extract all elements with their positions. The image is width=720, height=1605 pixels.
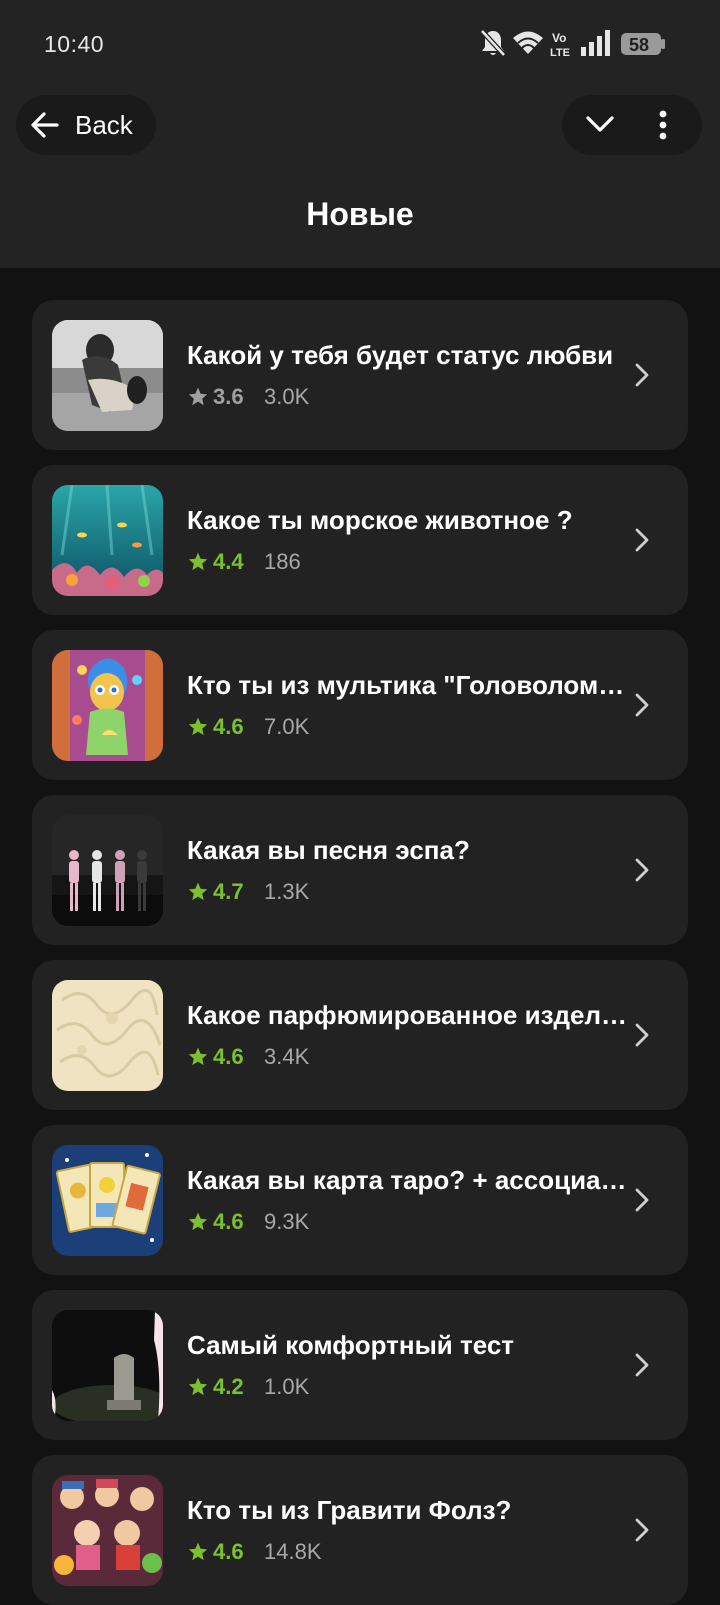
chevron-right-icon [635, 858, 649, 882]
wifi-icon [513, 31, 543, 54]
chevron-right-icon [635, 1188, 649, 1212]
item-title: Какая вы карта таро? + ассоциации [187, 1165, 627, 1195]
chevron-right-icon [635, 1023, 649, 1047]
more-vertical-icon[interactable] [650, 109, 676, 141]
item-title: Самый комфортный тест [187, 1330, 515, 1360]
item-rating: 4.6 [213, 1209, 244, 1234]
battery-level: 58 [629, 35, 650, 55]
item-count: 3.0K [264, 384, 310, 409]
list-item[interactable]: Какое парфюмированное изделие 4.6 3.4K [32, 960, 688, 1110]
chevron-right-icon [635, 528, 649, 552]
status-icons: Vo LTE 58 [480, 28, 680, 64]
thumbnail-couple-beach [52, 320, 163, 431]
star-icon [188, 552, 208, 571]
svg-text:Vo: Vo [552, 31, 566, 45]
item-title: Какое ты морское животное ? [187, 505, 573, 535]
item-rating: 4.6 [213, 714, 244, 739]
svg-text:LTE: LTE [550, 47, 570, 59]
item-title: Какое парфюмированное изделие [187, 1000, 627, 1030]
bell-muted-icon [480, 29, 506, 57]
chevron-right-icon [635, 1353, 649, 1377]
thumbnail-underwater-reef [52, 485, 163, 596]
item-title: Какая вы песня эспа? [187, 835, 470, 865]
item-rating: 4.7 [213, 879, 244, 904]
arrow-left-icon [31, 112, 59, 138]
star-icon [188, 1542, 208, 1561]
volte-icon: Vo LTE [550, 31, 570, 59]
item-count: 9.3K [264, 1209, 310, 1234]
list-item[interactable]: Самый комфортный тест 4.2 1.0K [32, 1290, 688, 1440]
star-icon [188, 717, 208, 736]
item-count: 1.3K [264, 879, 310, 904]
item-count: 186 [264, 549, 301, 574]
star-icon [188, 882, 208, 901]
item-rating: 3.6 [213, 384, 244, 409]
item-rating: 4.6 [213, 1539, 244, 1564]
list-item[interactable]: Кто ты из Гравити Фолз? 4.6 14.8K [32, 1455, 688, 1605]
signal-icon [581, 30, 610, 56]
list-item[interactable]: Какая вы карта таро? + ассоциации 4.6 9.… [32, 1125, 688, 1275]
chevron-right-icon [635, 363, 649, 387]
page-title: Новые [306, 196, 414, 232]
thumbnail-cream-texture [52, 980, 163, 1091]
thumbnail-dark-gravestone [52, 1310, 163, 1421]
thumbnail-joy-character [52, 650, 163, 761]
item-count: 3.4K [264, 1044, 310, 1069]
list-item[interactable]: Какое ты морское животное ? 4.4 186 [32, 465, 688, 615]
star-icon [188, 1047, 208, 1066]
thumbnail-tarot-cards [52, 1145, 163, 1256]
item-count: 14.8K [264, 1539, 322, 1564]
list-item[interactable]: Какой у тебя будет статус любви 3.6 3.0K [32, 300, 688, 450]
list-item[interactable]: Кто ты из мультика "Головоломка" 4.6 7.0… [32, 630, 688, 780]
thumbnail-group-stage [52, 815, 163, 926]
item-rating: 4.6 [213, 1044, 244, 1069]
item-title: Кто ты из Гравити Фолз? [187, 1495, 512, 1525]
star-icon [188, 387, 208, 406]
chevron-down-icon[interactable] [584, 112, 616, 136]
item-count: 1.0K [264, 1374, 310, 1399]
item-rating: 4.4 [213, 549, 244, 574]
item-title: Кто ты из мультика "Головоломка" [187, 670, 627, 700]
back-label: Back [75, 110, 133, 140]
list-item[interactable]: Какая вы песня эспа? 4.7 1.3K [32, 795, 688, 945]
chevron-right-icon [635, 693, 649, 717]
item-count: 7.0K [264, 714, 310, 739]
thumbnail-cartoon-group [52, 1475, 163, 1586]
star-icon [188, 1377, 208, 1396]
item-title: Какой у тебя будет статус любви [187, 340, 614, 370]
star-icon [188, 1212, 208, 1231]
header-actions [562, 95, 702, 155]
status-time: 10:40 [44, 31, 105, 57]
back-button[interactable]: Back [16, 95, 156, 155]
item-rating: 4.2 [213, 1374, 244, 1399]
chevron-right-icon [635, 1518, 649, 1542]
app-header: 10:40 Vo LTE 58 Back Новые [0, 0, 720, 268]
status-bar: 10:40 Vo LTE 58 [0, 0, 720, 90]
